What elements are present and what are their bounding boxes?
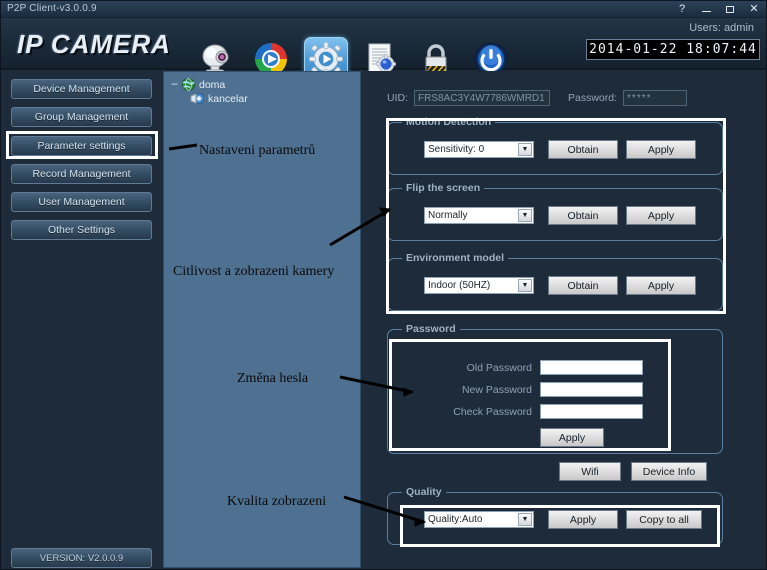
sidebar-item-device-management[interactable]: Device Management [11,79,152,99]
close-button[interactable]: ✕ [742,2,766,17]
camera-node-icon [190,92,204,105]
help-button[interactable]: ? [670,2,694,17]
tree-expander-icon[interactable]: – [170,79,179,90]
tree-node-root[interactable]: – doma [170,78,225,91]
user-label: Users: admin [689,22,754,34]
title-bar: P2P Client-v3.0.0.9 ? ✕ [1,1,766,18]
annotation-quality: Kvalita zobrazeni [227,494,327,509]
uid-input[interactable] [414,90,550,106]
highlight-password-section [389,339,671,451]
window-controls: ? ✕ [670,1,766,18]
wifi-button[interactable]: Wifi [559,462,621,481]
sidebar-item-record-management[interactable]: Record Management [11,164,152,184]
uid-label: UID: [387,92,408,104]
datetime-display: 2014-01-22 18:07:44 [586,39,760,60]
minimize-button[interactable] [694,2,718,17]
quality-group-title: Quality [402,486,446,498]
close-icon: ✕ [749,3,759,15]
password-input[interactable] [623,90,688,106]
maximize-icon [726,6,734,13]
globe-icon [182,78,195,91]
password-group-title: Password [402,323,460,335]
window-title: P2P Client-v3.0.0.9 [7,3,97,14]
device-info-button[interactable]: Device Info [631,462,707,481]
sidebar-item-other-settings[interactable]: Other Settings [11,220,152,240]
app-brand-title: IP CAMERA [17,29,171,59]
sidebar-item-group-management[interactable]: Group Management [11,107,152,127]
version-label: VERSION: V2.0.0.9 [11,548,152,568]
app-window: P2P Client-v3.0.0.9 ? ✕ IP CAMERA Users:… [0,0,767,570]
annotation-sensitivity-display: Citlivost a zobrazeni kamery [173,264,335,279]
maximize-button[interactable] [718,2,742,17]
highlight-camera-settings [386,118,726,314]
highlight-parameter-settings [6,131,158,159]
help-icon: ? [678,3,686,15]
app-header: IP CAMERA Users: admin 2014-01-22 18:07:… [1,18,766,81]
annotation-parameter-settings: Nastaveni parametrů [199,143,316,158]
password-label: Password: [568,92,618,104]
annotation-password-change: Změna hesla [237,371,309,386]
tree-node-root-label: doma [199,78,226,91]
highlight-quality-section [400,505,720,547]
tree-node-child-label: kancelar [208,92,248,105]
sidebar-item-user-management[interactable]: User Management [11,192,152,212]
tree-node-child[interactable]: kancelar [190,92,248,105]
connection-row: UID: Password: [387,90,688,106]
minimize-icon [701,11,711,12]
